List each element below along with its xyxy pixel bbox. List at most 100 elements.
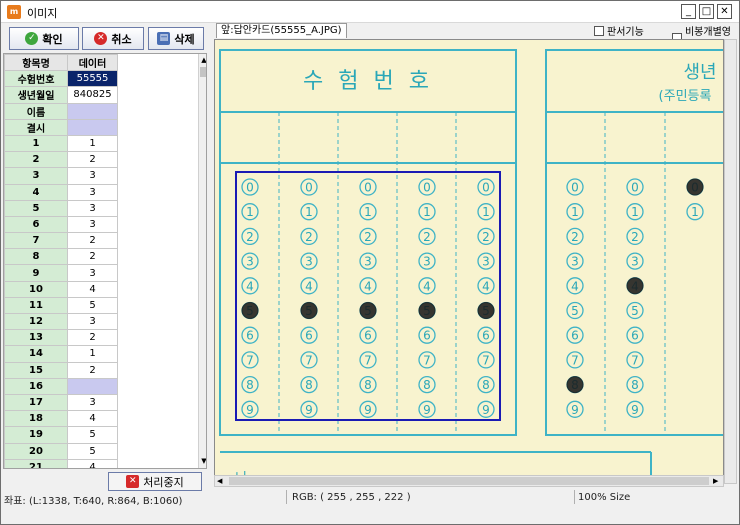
bubble-digit: 2	[631, 230, 639, 244]
scroll-thumb[interactable]	[200, 67, 206, 77]
status-separator	[286, 490, 287, 504]
table-row[interactable]: 72	[4, 232, 118, 250]
table-row[interactable]: 20 5	[4, 442, 118, 460]
filled-mark	[241, 302, 259, 319]
cancel-label: 취소	[111, 32, 132, 46]
bubble-digit: 8	[364, 378, 372, 392]
table-row[interactable]: 22	[4, 151, 118, 169]
row-value[interactable]: 5	[67, 442, 118, 460]
scroll-up-icon[interactable]: ▲	[200, 56, 206, 64]
row-value[interactable]: 4	[67, 280, 118, 298]
table-row[interactable]: 63	[4, 215, 118, 234]
table-row[interactable]: 수험번호 55555	[4, 70, 118, 88]
row-value[interactable]: 3	[67, 199, 118, 217]
scroll-down-icon[interactable]: ▼	[200, 457, 206, 465]
row-value[interactable]: 3	[67, 215, 118, 234]
scroll-left-icon[interactable]: ◀	[217, 477, 223, 485]
panel-toggle[interactable]: 판서기능	[594, 23, 644, 38]
bubble-digit: 6	[364, 329, 372, 343]
row-value[interactable]: 840825	[67, 86, 118, 104]
viewer-vertical-scrollbar[interactable]	[724, 39, 737, 484]
row-value[interactable]: 4	[67, 458, 118, 468]
stop-processing-button[interactable]: ✕ 처리중지	[108, 472, 202, 491]
row-key: 12	[4, 312, 68, 331]
row-value[interactable]	[67, 102, 118, 120]
bubble-digit: 2	[423, 230, 431, 244]
confirm-button[interactable]: ✓ 확인	[9, 27, 79, 50]
row-value[interactable]: 3	[67, 264, 118, 282]
horizontal-scroll-thumb[interactable]	[229, 477, 709, 485]
grid-scrollbar[interactable]: ▲ ▼	[198, 54, 206, 468]
table-row[interactable]: 결시	[4, 118, 118, 136]
data-grid[interactable]: 항목명 데이터 수험번호 55555 생년월일 840825 이름 결시 1 1 2 2 3 3 4 3 5…	[3, 53, 207, 469]
delete-button[interactable]: ▤ 삭제	[148, 27, 204, 50]
row-value[interactable]: 2	[67, 248, 118, 266]
bubble-digit: 7	[364, 353, 372, 367]
tab-front-image[interactable]: 앞:답안카드(55555_A.JPG)	[216, 23, 347, 38]
bubble-digit: 4	[571, 279, 579, 293]
row-value[interactable]: 4	[67, 410, 118, 428]
cancel-button[interactable]: ✕ 취소	[82, 27, 144, 50]
row-value[interactable]: 5	[67, 426, 118, 444]
table-row[interactable]: 93	[4, 264, 118, 282]
minimize-button[interactable]: _	[681, 4, 696, 19]
table-row[interactable]: 11	[4, 134, 118, 153]
row-key: 8	[4, 248, 68, 266]
row-value[interactable]: 5	[67, 296, 118, 315]
bubble-digit: 3	[364, 255, 372, 269]
bubble-digit: 3	[246, 255, 254, 269]
birth-date-header: 생년	[683, 62, 716, 83]
row-value[interactable]: 2	[67, 329, 118, 347]
viewer-horizontal-scrollbar[interactable]: ◀ ▶	[214, 475, 724, 487]
row-value[interactable]: 2	[67, 361, 118, 379]
bubble-digit: 0	[571, 181, 579, 195]
row-key: 10	[4, 280, 68, 298]
table-row[interactable]: 33	[4, 167, 118, 185]
bubble-digit: 4	[364, 279, 372, 293]
table-row[interactable]: 82	[4, 248, 118, 266]
table-row[interactable]: 43	[4, 183, 118, 201]
close-button[interactable]: ✕	[717, 4, 732, 19]
table-row[interactable]: 13 2	[4, 329, 118, 347]
row-value[interactable]: 3	[67, 393, 118, 412]
maximize-button[interactable]: □	[699, 4, 714, 19]
table-row[interactable]: 15 2	[4, 361, 118, 379]
row-key: 결시	[4, 118, 68, 136]
row-key: 21	[4, 458, 68, 468]
row-value[interactable]: 3	[67, 167, 118, 185]
row-value[interactable]	[67, 377, 118, 395]
bubble-digit: 8	[423, 378, 431, 392]
table-row[interactable]: 11 5	[4, 296, 118, 315]
table-row[interactable]: 16	[4, 377, 118, 395]
row-value[interactable]: 3	[67, 312, 118, 331]
row-value[interactable]: 3	[67, 183, 118, 201]
table-row[interactable]: 53	[4, 199, 118, 217]
table-row[interactable]: 19 5	[4, 426, 118, 444]
bubble-digit: 2	[246, 230, 254, 244]
bubble-digit: 4	[246, 279, 254, 293]
row-value[interactable]: 1	[67, 345, 118, 363]
bubble-digit: 0	[246, 181, 254, 195]
panel-checkbox[interactable]	[594, 25, 604, 36]
stop-label: 처리중지	[143, 475, 184, 489]
table-row[interactable]: 10 4	[4, 280, 118, 298]
row-key: 16	[4, 377, 68, 395]
row-value[interactable]: 55555	[67, 70, 118, 88]
table-row[interactable]: 생년월일 840825	[4, 86, 118, 104]
row-value[interactable]	[67, 118, 118, 136]
table-row[interactable]: 이름	[4, 102, 118, 120]
row-key: 20	[4, 442, 68, 460]
row-value[interactable]: 2	[67, 232, 118, 250]
bubble-digit: 6	[423, 329, 431, 343]
table-row[interactable]: 18 4	[4, 410, 118, 428]
row-value[interactable]: 1	[67, 134, 118, 153]
image-viewer[interactable]: 수 험 번 호생년(주민등록01234567890123456789012345…	[214, 39, 724, 484]
birth-date-subheader: (주민등록	[659, 89, 712, 104]
table-row[interactable]: 17 3	[4, 393, 118, 412]
row-value[interactable]: 2	[67, 151, 118, 169]
table-row[interactable]: 12 3	[4, 312, 118, 331]
table-row[interactable]: 14 1	[4, 345, 118, 363]
table-row[interactable]: 21 4	[4, 458, 118, 468]
scroll-right-icon[interactable]: ▶	[713, 477, 719, 485]
status-zoom: 100% Size	[578, 492, 631, 503]
